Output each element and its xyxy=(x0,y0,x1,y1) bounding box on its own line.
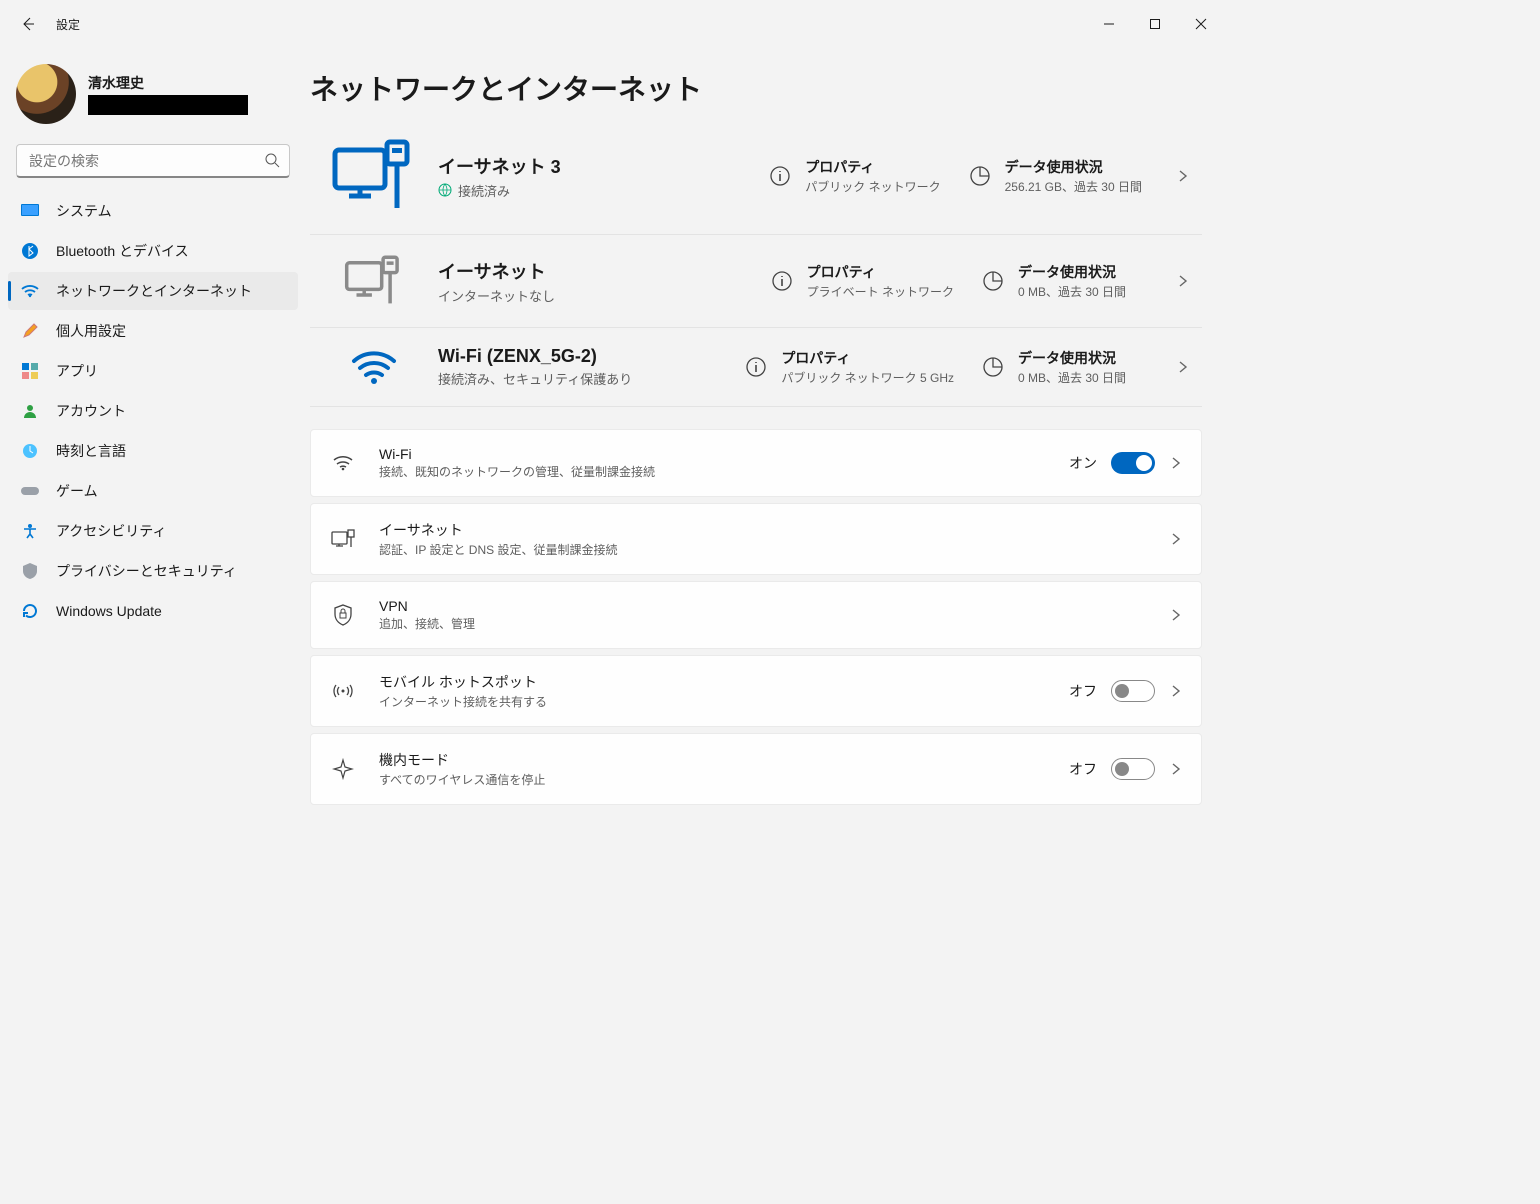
minimize-button[interactable] xyxy=(1086,8,1132,40)
setting-ethernet[interactable]: イーサネット認証、IP 設定と DNS 設定、従量制課金接続 xyxy=(310,503,1202,575)
connection-ethernet[interactable]: イーサネット インターネットなし プロパティプライベート ネットワーク データ使… xyxy=(310,235,1202,328)
chevron-right-icon xyxy=(1169,532,1183,546)
setting-hotspot[interactable]: モバイル ホットスポットインターネット接続を共有する オフ xyxy=(310,655,1202,727)
nav-label: ネットワークとインターネット xyxy=(56,281,252,301)
account-icon xyxy=(20,401,40,421)
airplane-icon xyxy=(332,758,354,780)
data-usage-link[interactable]: データ使用状況0 MB、過去 30 日間 xyxy=(982,348,1142,386)
properties-link[interactable]: プロパティパブリック ネットワーク xyxy=(769,157,940,195)
setting-vpn[interactable]: VPN追加、接続、管理 xyxy=(310,581,1202,649)
nav-accessibility[interactable]: アクセシビリティ xyxy=(8,512,298,550)
profile-email-redacted xyxy=(88,95,248,115)
nav-label: 時刻と言語 xyxy=(56,441,126,461)
properties-link[interactable]: プロパティパブリック ネットワーク 5 GHz xyxy=(745,348,954,386)
page-title: ネットワークとインターネット xyxy=(310,68,1202,108)
nav-label: Bluetooth とデバイス xyxy=(56,241,189,261)
connection-status: インターネットなし xyxy=(438,286,555,305)
nav-bluetooth[interactable]: Bluetooth とデバイス xyxy=(8,232,298,270)
vpn-shield-icon xyxy=(333,604,353,626)
data-usage-link[interactable]: データ使用状況256.21 GB、過去 30 日間 xyxy=(969,157,1142,195)
search-input[interactable] xyxy=(16,144,290,178)
nav-apps[interactable]: アプリ xyxy=(8,352,298,390)
nav-label: 個人用設定 xyxy=(56,321,126,341)
close-button[interactable] xyxy=(1178,8,1224,40)
nav-gaming[interactable]: ゲーム xyxy=(8,472,298,510)
main: ネットワークとインターネット イーサネット 3 接続済み プロパティパブリック … xyxy=(310,48,1232,963)
data-usage-link[interactable]: データ使用状況0 MB、過去 30 日間 xyxy=(982,262,1142,300)
nav-label: ゲーム xyxy=(56,481,98,501)
chevron-right-icon xyxy=(1169,456,1183,470)
profile-name: 清水理史 xyxy=(88,73,248,93)
nav-label: Windows Update xyxy=(56,603,162,619)
connection-wifi[interactable]: Wi-Fi (ZENX_5G-2) 接続済み、セキュリティ保護あり プロパティパ… xyxy=(310,328,1202,407)
airplane-toggle[interactable] xyxy=(1111,758,1155,780)
nav-label: アプリ xyxy=(56,361,98,381)
globe-icon xyxy=(438,183,452,197)
wifi-toggle[interactable] xyxy=(1111,452,1155,474)
wifi-icon xyxy=(20,281,40,301)
pc-ethernet-icon xyxy=(329,136,419,216)
chevron-right-icon xyxy=(1169,684,1183,698)
connection-status: 接続済み、セキュリティ保護あり xyxy=(438,369,632,388)
chevron-right-icon xyxy=(1176,360,1190,374)
nav-network[interactable]: ネットワークとインターネット xyxy=(8,272,298,310)
connection-name: Wi-Fi (ZENX_5G-2) xyxy=(438,346,741,367)
nav: システム Bluetooth とデバイス ネットワークとインターネット 個人用設… xyxy=(8,192,298,630)
pc-ethernet-icon xyxy=(342,253,406,309)
nav-system[interactable]: システム xyxy=(8,192,298,230)
nav-update[interactable]: Windows Update xyxy=(8,592,298,630)
connection-ethernet3[interactable]: イーサネット 3 接続済み プロパティパブリック ネットワーク データ使用状況2… xyxy=(310,126,1202,235)
chevron-right-icon xyxy=(1176,169,1190,183)
connection-name: イーサネット 3 xyxy=(438,153,765,179)
maximize-button[interactable] xyxy=(1132,8,1178,40)
profile-block[interactable]: 清水理史 xyxy=(8,56,298,140)
brush-icon xyxy=(20,321,40,341)
connection-name: イーサネット xyxy=(438,258,767,284)
avatar xyxy=(16,64,76,124)
sidebar: 清水理史 システム Bluetooth とデバイス ネットワークとインターネット… xyxy=(0,48,310,963)
back-button[interactable] xyxy=(8,4,48,44)
nav-personalization[interactable]: 個人用設定 xyxy=(8,312,298,350)
pie-icon xyxy=(982,270,1004,292)
nav-time[interactable]: 時刻と言語 xyxy=(8,432,298,470)
system-icon xyxy=(20,201,40,221)
accessibility-icon xyxy=(20,521,40,541)
nav-label: アカウント xyxy=(56,401,126,421)
nav-label: プライバシーとセキュリティ xyxy=(56,561,237,581)
wifi-icon xyxy=(350,347,398,387)
connection-status: 接続済み xyxy=(458,181,510,200)
search-icon xyxy=(264,152,280,168)
info-icon xyxy=(769,165,791,187)
info-icon xyxy=(771,270,793,292)
nav-accounts[interactable]: アカウント xyxy=(8,392,298,430)
window-title: 設定 xyxy=(56,16,80,33)
apps-icon xyxy=(20,361,40,381)
titlebar: 設定 xyxy=(0,0,1232,48)
wifi-icon xyxy=(332,454,354,472)
pie-icon xyxy=(969,165,991,187)
airplane-toggle-label: オフ xyxy=(1069,759,1097,779)
hotspot-icon xyxy=(332,681,354,701)
hotspot-toggle[interactable] xyxy=(1111,680,1155,702)
setting-airplane[interactable]: 機内モードすべてのワイヤレス通信を停止 オフ xyxy=(310,733,1202,805)
nav-privacy[interactable]: プライバシーとセキュリティ xyxy=(8,552,298,590)
shield-icon xyxy=(20,561,40,581)
setting-wifi[interactable]: Wi-Fi接続、既知のネットワークの管理、従量制課金接続 オン xyxy=(310,429,1202,497)
ethernet-icon xyxy=(331,529,355,549)
info-icon xyxy=(745,356,767,378)
pie-icon xyxy=(982,356,1004,378)
chevron-right-icon xyxy=(1169,762,1183,776)
wifi-toggle-label: オン xyxy=(1069,453,1097,473)
chevron-right-icon xyxy=(1176,274,1190,288)
nav-label: アクセシビリティ xyxy=(56,521,166,541)
gamepad-icon xyxy=(20,481,40,501)
nav-label: システム xyxy=(56,201,112,221)
hotspot-toggle-label: オフ xyxy=(1069,681,1097,701)
chevron-right-icon xyxy=(1169,608,1183,622)
update-icon xyxy=(20,601,40,621)
bluetooth-icon xyxy=(20,241,40,261)
globe-clock-icon xyxy=(20,441,40,461)
properties-link[interactable]: プロパティプライベート ネットワーク xyxy=(771,262,954,300)
